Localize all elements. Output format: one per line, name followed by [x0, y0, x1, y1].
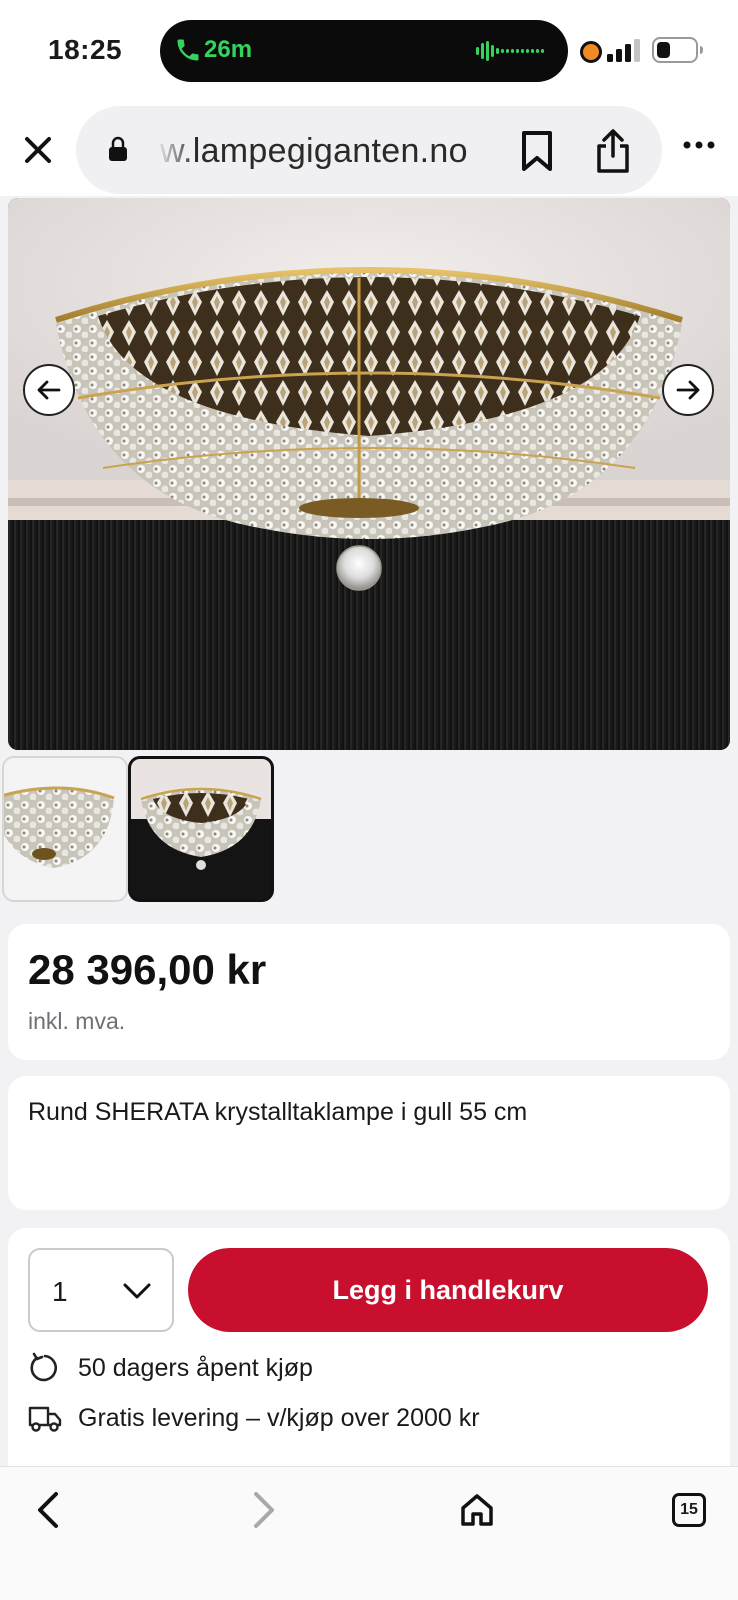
forward-button[interactable] [238, 1485, 288, 1535]
gallery-prev-button[interactable] [23, 364, 75, 416]
call-duration: 26m [204, 36, 253, 63]
phone-icon [177, 39, 199, 61]
chandelier-image [8, 198, 730, 750]
more-icon[interactable] [682, 140, 716, 150]
product-title-card: Rund SHERATA krystalltaklampe i gull 55 … [8, 1076, 730, 1210]
tab-count: 15 [680, 1501, 698, 1518]
signal-icon [607, 39, 640, 62]
url-fade [156, 116, 196, 186]
forward-icon [254, 1492, 274, 1528]
price-card: 28 396,00 kr inkl. mva. [8, 924, 730, 1060]
back-button[interactable] [24, 1485, 74, 1535]
quantity-value: 1 [52, 1276, 68, 1307]
bookmark-icon[interactable] [520, 130, 554, 172]
chevron-down-icon [123, 1283, 151, 1299]
browser-toolbar: w.lampegiganten.no [0, 96, 738, 196]
gallery-next-button[interactable] [662, 364, 714, 416]
browser-bottom-nav: 15 [0, 1466, 738, 1600]
share-icon[interactable] [594, 128, 632, 174]
product-title: Rund SHERATA krystalltaklampe i gull 55 … [28, 1098, 528, 1126]
waveform-icon [476, 41, 544, 61]
vat-note: inkl. mva. [28, 1008, 126, 1034]
quantity-select[interactable]: 1 [28, 1248, 174, 1332]
perk-text: 50 dagers åpent kjøp [78, 1353, 313, 1382]
refresh-icon [30, 1352, 58, 1382]
product-price: 28 396,00 kr [28, 946, 267, 993]
perk-text: Gratis levering – v/kjøp over 2000 kr [78, 1403, 480, 1432]
status-bar: 18:25 26m [0, 0, 738, 96]
product-image[interactable] [8, 198, 730, 750]
thumbnail-image [131, 759, 271, 899]
close-icon[interactable] [20, 132, 56, 168]
battery-icon [652, 37, 703, 63]
arrow-left-icon [37, 380, 61, 400]
truck-icon [28, 1406, 62, 1432]
thumbnail-1[interactable] [2, 756, 128, 902]
thumbnail-image [4, 758, 126, 900]
perk-free-delivery: Gratis levering – v/kjøp over 2000 kr [28, 1398, 480, 1438]
arrow-right-icon [676, 380, 700, 400]
back-icon [38, 1492, 58, 1528]
dynamic-island-call[interactable]: 26m [160, 20, 568, 82]
status-time: 18:25 [48, 34, 123, 65]
thumbnail-2[interactable] [128, 756, 274, 902]
tabs-button[interactable]: 15 [664, 1485, 714, 1535]
recording-dot-icon [580, 41, 602, 63]
home-button[interactable] [452, 1485, 502, 1535]
thumbnail-strip [2, 756, 738, 904]
tabs-icon: 15 [672, 1493, 706, 1527]
home-icon [461, 1494, 493, 1526]
url-text: w.lampegiganten.no [160, 132, 468, 170]
lock-icon [109, 136, 127, 161]
perk-open-purchase: 50 dagers åpent kjøp [28, 1348, 313, 1388]
add-to-cart-card: 1 Legg i handlekurv 50 dagers åpent kjøp… [8, 1228, 730, 1468]
add-to-cart-button[interactable]: Legg i handlekurv [188, 1248, 708, 1332]
address-bar[interactable]: w.lampegiganten.no [76, 106, 662, 194]
